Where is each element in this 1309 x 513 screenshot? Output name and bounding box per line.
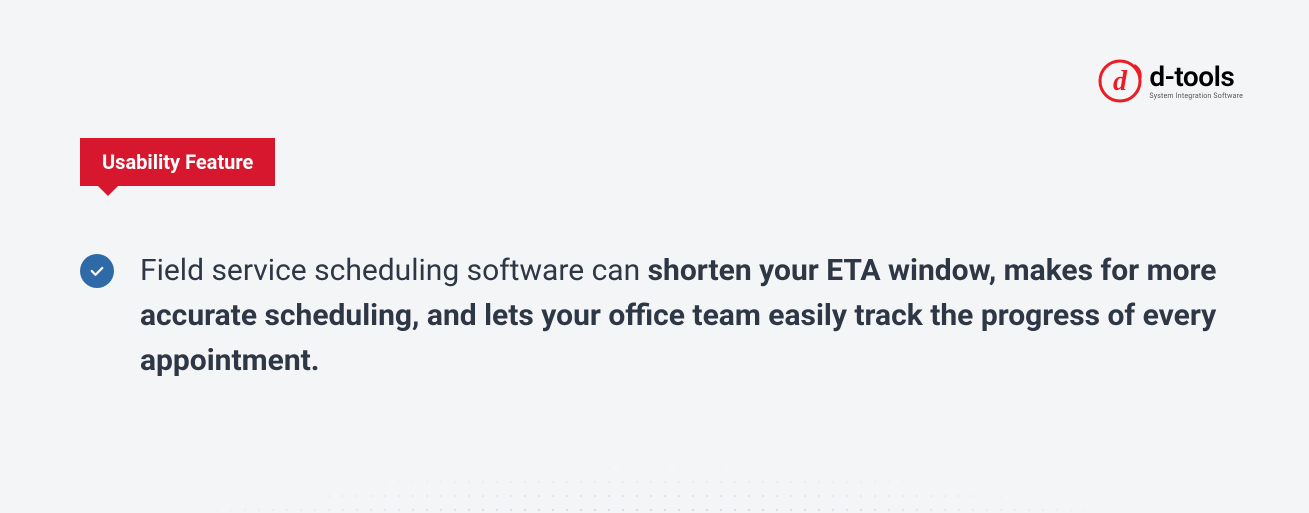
brand-tagline: System Integration Software <box>1149 93 1243 100</box>
svg-text:d: d <box>1113 66 1128 97</box>
brand-name: d-tools <box>1149 63 1243 91</box>
feature-description: Field service scheduling software can sh… <box>140 248 1239 383</box>
feature-badge: Usability Feature <box>80 138 275 186</box>
feature-badge-label: Usability Feature <box>102 150 253 174</box>
check-circle-icon <box>80 254 114 288</box>
feature-content: Field service scheduling software can sh… <box>80 248 1239 383</box>
brand-mark-icon: d <box>1097 58 1143 104</box>
feature-description-lead: Field service scheduling software can <box>140 253 648 288</box>
brand-logo: d d-tools System Integration Software <box>1097 58 1243 104</box>
